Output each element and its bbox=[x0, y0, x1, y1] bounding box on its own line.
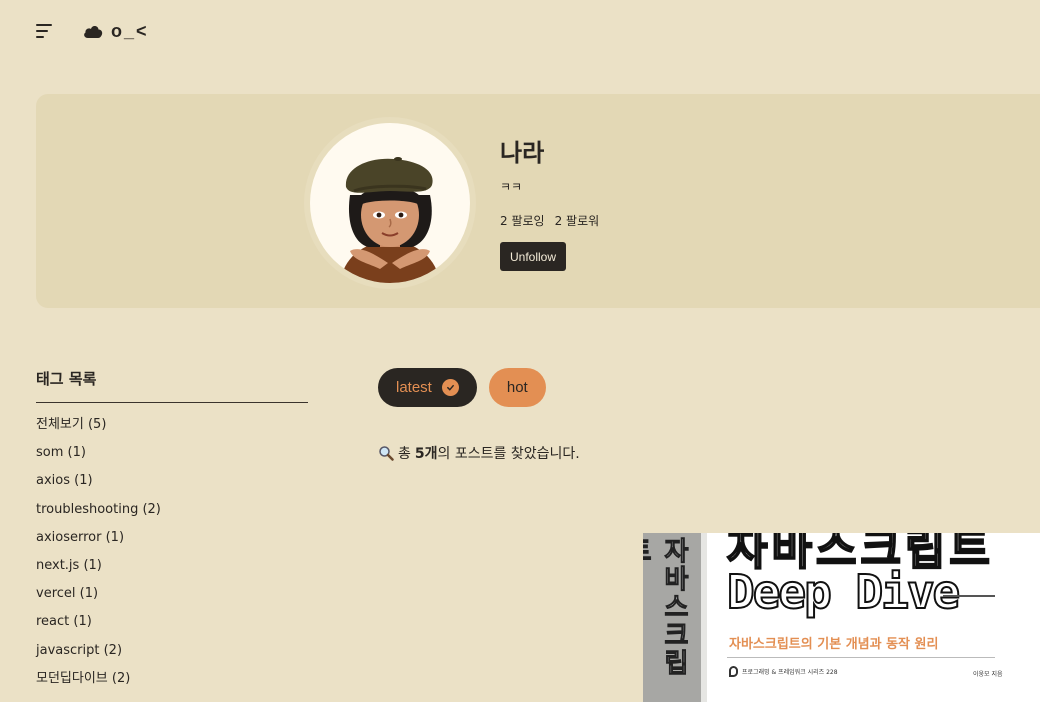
result-count: 5개 bbox=[414, 446, 438, 462]
tag-item[interactable]: next.js (1) bbox=[36, 556, 308, 584]
tag-item[interactable]: 모던딥다이브 (2) bbox=[36, 669, 308, 697]
book-title: Deep Dive bbox=[726, 564, 961, 620]
tag-item[interactable]: axioserror (1) bbox=[36, 528, 308, 556]
sidebar-title: 태그 목록 bbox=[36, 368, 308, 403]
logo-text: o_< bbox=[111, 20, 149, 41]
check-icon bbox=[441, 379, 459, 396]
magnifier-icon bbox=[379, 446, 394, 461]
book-subtitle: 자바스크립트의 기본 개념과 동작 원리 bbox=[729, 637, 939, 652]
tag-item[interactable]: som (1) bbox=[36, 443, 308, 471]
result-suffix: 의 포스트를 찾았습니다. bbox=[437, 446, 580, 462]
sort-filters: latest hot bbox=[378, 368, 546, 407]
book-spine-edge bbox=[701, 533, 707, 702]
follow-stats: 2 팔로잉 2 팔로워 bbox=[500, 212, 599, 229]
book-author: 이웅모 지음 bbox=[973, 671, 1003, 678]
tag-item[interactable]: javascript (2) bbox=[36, 641, 308, 669]
profile-bio: ㅋㅋ bbox=[500, 180, 523, 194]
post-thumbnail[interactable]: 자바스크립트 자바스크립트 Deep Dive 자바스크립트의 기본 개념과 동… bbox=[643, 533, 1040, 702]
tag-item[interactable]: react (1) bbox=[36, 612, 308, 640]
result-prefix: 총 bbox=[398, 446, 411, 462]
followers-count[interactable]: 2 팔로워 bbox=[555, 212, 600, 229]
logo[interactable]: o_< bbox=[83, 21, 149, 42]
book-publisher: 프로그래밍 & 프레임워크 시리즈 228 bbox=[729, 666, 838, 677]
tag-item[interactable]: vercel (1) bbox=[36, 584, 308, 612]
unfollow-button[interactable]: Unfollow bbox=[500, 242, 567, 271]
book-spine-text: 자바스크립트 bbox=[643, 537, 690, 678]
publisher-logo-icon bbox=[729, 666, 738, 677]
avatar bbox=[310, 123, 470, 283]
filter-latest-label: latest bbox=[396, 379, 432, 396]
tag-item-all[interactable]: 전체보기 (5) bbox=[36, 415, 308, 443]
profile-card bbox=[36, 94, 1040, 308]
tag-sidebar: 태그 목록 전체보기 (5) som (1) axios (1) trouble… bbox=[36, 368, 308, 697]
filter-latest-chip[interactable]: latest bbox=[378, 368, 477, 407]
book-spine: 자바스크립트 bbox=[643, 533, 701, 702]
avatar-illustration bbox=[340, 157, 440, 283]
book-divider bbox=[727, 657, 995, 658]
menu-icon[interactable] bbox=[36, 24, 54, 38]
top-bar: o_< bbox=[36, 20, 149, 42]
profile-name: 나라 bbox=[500, 139, 545, 167]
book-publisher-text: 프로그래밍 & 프레임워크 시리즈 228 bbox=[742, 669, 838, 676]
tag-item[interactable]: troubleshooting (2) bbox=[36, 500, 308, 528]
filter-hot-label: hot bbox=[506, 379, 528, 396]
cloud-icon bbox=[84, 26, 103, 38]
tag-item[interactable]: axios (1) bbox=[36, 471, 308, 499]
tag-list: 전체보기 (5) som (1) axios (1) troubleshooti… bbox=[36, 415, 308, 697]
following-count[interactable]: 2 팔로잉 bbox=[500, 212, 545, 229]
result-summary: 총 5개 의 포스트를 찾았습니다. bbox=[378, 443, 580, 463]
book-divider bbox=[943, 595, 995, 597]
filter-hot-chip[interactable]: hot bbox=[488, 368, 546, 407]
